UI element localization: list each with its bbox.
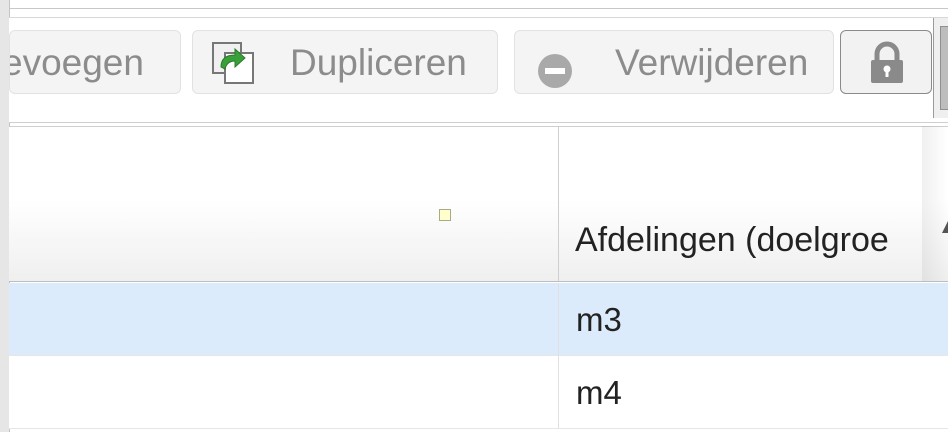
duplicate-button-label: Dupliceren [290,42,467,83]
table-row[interactable]: m4 [9,356,948,429]
duplicate-button[interactable]: Dupliceren [192,30,498,94]
scrollbar-handle[interactable] [940,26,948,110]
column-marker-icon [439,209,451,221]
cell-text: m3 [576,301,622,338]
column-header-row: Afdelingen (doelgroe [9,199,948,282]
minus-circle-icon [537,45,573,88]
panel-shadow [922,126,948,281]
add-button[interactable]: evoegen [9,30,181,94]
column-header-afdelingen[interactable]: Afdelingen (doelgroe [558,199,948,281]
duplicate-icon [211,41,255,85]
filter-cell-name[interactable] [9,127,558,200]
delete-button[interactable]: Verwijderen [514,30,834,94]
filter-row [9,126,948,201]
toolbar-scrollbar[interactable] [933,18,948,118]
lock-button[interactable] [840,30,932,94]
window-top-edge [0,0,948,9]
table-cell: m3 [558,283,948,356]
delete-button-label: Verwijderen [615,42,809,83]
filter-cell-afdelingen[interactable] [558,127,948,200]
column-header-2-label: Afdelingen (doelgroe [575,221,889,259]
table-cell [9,283,558,356]
lock-icon [867,41,907,85]
table-cell: m4 [558,356,948,429]
table-row[interactable]: m3 [9,283,948,356]
cell-text: m4 [576,374,622,411]
column-header-1[interactable] [9,199,558,281]
grid-toolbar: evoegen Dupliceren Verwijderen [9,17,948,123]
table-cell [9,356,558,429]
add-button-label: evoegen [9,42,144,83]
